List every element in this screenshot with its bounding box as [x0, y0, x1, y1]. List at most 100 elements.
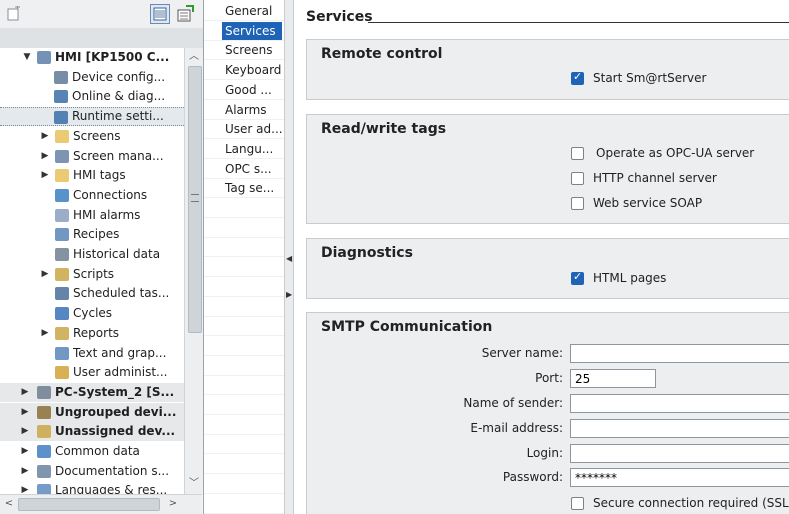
tree-item[interactable]: Recipes: [0, 225, 184, 244]
nav-item-screens[interactable]: Screens: [222, 41, 282, 60]
tree-item[interactable]: ▶ Documentation s...: [0, 462, 184, 481]
html-pages-checkbox[interactable]: [571, 270, 584, 285]
grip-icon: [191, 194, 199, 202]
tree-item-label: Connections: [73, 187, 148, 202]
nav-item-good[interactable]: Good ...: [222, 81, 282, 100]
nav-row-divider: [204, 473, 284, 475]
expand-right-icon[interactable]: ▶: [286, 290, 292, 299]
tree-item[interactable]: Text and grap...: [0, 344, 184, 363]
email-address-input[interactable]: [570, 419, 789, 438]
scroll-down-icon[interactable]: ﹀: [185, 476, 203, 492]
scroll-left-icon[interactable]: <: [0, 496, 18, 512]
device-config-icon: [54, 70, 68, 84]
nav-row-divider: [204, 59, 284, 61]
recipes-icon: [55, 228, 69, 242]
tree-item[interactable]: Historical data: [0, 245, 184, 264]
diagnostics-group: Diagnostics HTML pages: [306, 238, 789, 299]
tree-item[interactable]: ▶ Languages & res...: [0, 481, 184, 494]
nav-row-divider: [204, 197, 284, 199]
hmi-device-icon: [37, 51, 51, 64]
expand-icon[interactable]: ▶: [40, 265, 50, 284]
add-object-icon[interactable]: [6, 6, 22, 22]
project-tree-toolbar: [0, 0, 203, 29]
nav-item-user-ad[interactable]: User ad...: [222, 120, 282, 139]
soap-checkbox[interactable]: [571, 197, 584, 210]
expand-icon[interactable]: ▶: [20, 462, 30, 481]
expand-icon[interactable]: ▶: [20, 422, 30, 441]
collapse-icon[interactable]: ▼: [22, 48, 32, 67]
tree-item[interactable]: ▶ Unassigned dev...: [0, 422, 184, 442]
remote-control-group: Remote control Start Sm@rtServer: [306, 39, 789, 100]
tree-item[interactable]: Scheduled tas...: [0, 284, 184, 303]
export-icon[interactable]: [176, 4, 196, 24]
expand-icon[interactable]: ▶: [20, 383, 30, 402]
tree-item-label: Languages & res...: [55, 483, 168, 494]
tree-list: ▼ HMI [KP1500 C... Device config... Online …: [0, 48, 184, 494]
start-smartserver-checkbox[interactable]: [571, 70, 584, 85]
panel-splitter[interactable]: ◀ ▶: [285, 0, 294, 514]
tree-item-label: HMI alarms: [73, 207, 141, 222]
tree-item[interactable]: ▶ Reports: [0, 324, 184, 343]
password-input[interactable]: [570, 468, 789, 487]
sender-name-input[interactable]: [570, 394, 789, 413]
tree-item[interactable]: Online & diag...: [0, 87, 184, 106]
opc-ua-checkbox[interactable]: [571, 147, 584, 160]
tree-item[interactable]: ▶ PC-System_2 [S...: [0, 382, 184, 402]
tree-horizontal-scrollbar[interactable]: < >: [0, 494, 202, 514]
scheduled-tasks-icon: [55, 287, 69, 301]
tree-item[interactable]: User administ...: [0, 363, 184, 382]
nav-item-langu[interactable]: Langu...: [222, 140, 282, 159]
tree-item[interactable]: ▶ Common data: [0, 442, 184, 461]
scroll-up-icon[interactable]: ︿: [185, 49, 203, 65]
reports-icon: [55, 326, 69, 340]
nav-row-divider: [204, 394, 284, 396]
text-graphics-icon: [55, 346, 69, 360]
tree-item[interactable]: ▶ Ungrouped devi...: [0, 402, 184, 422]
tree-item[interactable]: ▼ HMI [KP1500 C...: [0, 48, 184, 67]
expand-icon[interactable]: ▶: [20, 481, 30, 494]
tree-item[interactable]: ▶ Screens: [0, 127, 184, 146]
expand-icon[interactable]: ▶: [20, 403, 30, 422]
nav-item-services[interactable]: Services: [222, 21, 282, 41]
nav-row-divider: [204, 217, 284, 218]
port-input[interactable]: [570, 369, 656, 388]
collapse-left-icon[interactable]: ◀: [286, 254, 292, 263]
nav-row-divider: [204, 315, 284, 317]
nav-item-tag-se[interactable]: Tag se...: [222, 179, 282, 198]
detail-view-icon[interactable]: [150, 4, 170, 24]
expand-icon[interactable]: ▶: [40, 324, 50, 343]
tree-scroll-thumb[interactable]: [188, 66, 202, 333]
tree-item[interactable]: Cycles: [0, 304, 184, 323]
nav-row-divider: [204, 453, 284, 455]
tree-item[interactable]: Device config...: [0, 68, 184, 87]
nav-item-opc-s[interactable]: OPC s...: [222, 160, 282, 179]
tree-item[interactable]: Connections: [0, 186, 184, 205]
nav-item-general[interactable]: General: [222, 2, 282, 21]
alarms-icon: [55, 208, 69, 222]
tree-item[interactable]: HMI alarms: [0, 206, 184, 225]
nav-row-divider: [204, 236, 284, 238]
nav-row-divider: [204, 79, 284, 81]
nav-item-alarms[interactable]: Alarms: [222, 101, 282, 120]
tree-hscroll-thumb[interactable]: [18, 498, 160, 511]
nav-row-divider: [204, 512, 284, 514]
scroll-right-icon[interactable]: >: [164, 496, 182, 512]
tree-item[interactable]: ▶ Screen mana...: [0, 147, 184, 166]
group-title: Diagnostics: [321, 245, 413, 261]
nav-item-keyboard[interactable]: Keyboard: [222, 61, 282, 80]
tree-vertical-scrollbar[interactable]: ︿ ﹀: [184, 48, 203, 494]
tree-item-label: User administ...: [73, 365, 168, 380]
http-channel-checkbox[interactable]: [571, 172, 584, 185]
server-name-input[interactable]: [570, 344, 789, 363]
nav-row-divider: [204, 20, 284, 21]
expand-icon[interactable]: ▶: [40, 166, 50, 185]
tree-item[interactable]: ▶ Scripts: [0, 265, 184, 284]
expand-icon[interactable]: ▶: [40, 127, 50, 146]
tree-item[interactable]: Runtime setti...: [0, 107, 184, 127]
tree-item[interactable]: ▶ HMI tags: [0, 166, 184, 185]
ssl-checkbox[interactable]: [571, 497, 584, 510]
expand-icon[interactable]: ▶: [40, 147, 50, 166]
html-pages-label: HTML pages: [593, 271, 667, 285]
login-input[interactable]: [570, 444, 789, 463]
expand-icon[interactable]: ▶: [20, 442, 30, 461]
